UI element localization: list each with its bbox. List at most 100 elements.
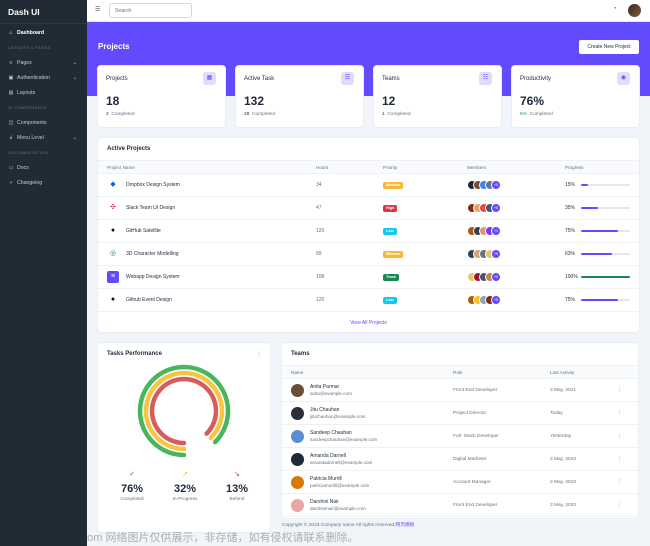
perf-label: Completed — [120, 497, 144, 502]
col-role: Role — [453, 370, 463, 375]
table-row[interactable]: ✣ Slack Team UI Design 47 High +5 35% — [98, 197, 639, 220]
more-vertical-icon[interactable]: ⋮ — [617, 502, 622, 508]
table-row[interactable]: Patricia Murrill patriciamurrill@example.… — [282, 471, 638, 494]
col-last-activity: Last Activity — [550, 370, 575, 375]
teams-title: Teams — [291, 351, 310, 357]
table-row[interactable]: Anita Parmar anita@example.com Front End D… — [282, 379, 638, 402]
progress-bar-fill — [581, 207, 599, 209]
stat-card-teams: Teams ☷ 12 1 Completed — [374, 66, 501, 127]
progress-bar — [581, 299, 630, 301]
brand-logo[interactable]: Dash UI — [0, 0, 87, 24]
more-vertical-icon[interactable]: ⋮ — [617, 456, 622, 462]
perf-stat-behind: ↘ 13% Behind — [212, 470, 262, 502]
more-vertical-icon[interactable]: ⋮ — [617, 410, 622, 416]
project-name[interactable]: Dropbox Design System — [126, 182, 180, 188]
member-name: Sandeep Chauhan — [310, 430, 352, 436]
table-row[interactable]: Amanda Darnell amandadarnell@example.com D… — [282, 448, 638, 471]
sidebar-item-changelog[interactable]: ⑂ Changelog — [0, 175, 87, 190]
table-row[interactable]: Sandeep Chauhan sandeepchauhan@example.co… — [282, 425, 638, 448]
table-row[interactable]: ◆ Dropbox Design System 34 Medium +5 15% — [98, 174, 639, 197]
sidebar-item-components[interactable]: ◫ Components — [0, 115, 87, 130]
watermark-text: www.toymoban.com 网络图片仅供展示，非存储，如有侵权请联系删除。 — [4, 532, 359, 544]
project-name[interactable]: Github Event Design — [126, 297, 172, 303]
members-more-badge[interactable]: +5 — [491, 203, 501, 213]
avatar — [291, 407, 304, 420]
user-avatar[interactable] — [628, 4, 641, 17]
member-last-activity: 3 May, 2021 — [550, 388, 577, 393]
members-more-badge[interactable]: +5 — [491, 295, 501, 305]
more-vertical-icon[interactable]: ⋮ — [617, 433, 622, 439]
progress-bar-fill — [581, 230, 618, 232]
stat-subtext: 28 Completed — [244, 112, 275, 117]
sidebar-item-label: Changelog — [17, 179, 43, 186]
footer-link[interactable]: 网页模板 — [395, 523, 414, 528]
footer: Copyright © 2023.Company name All rights… — [282, 521, 415, 528]
sidebar-item-layouts[interactable]: ▤ Layouts — [0, 85, 87, 100]
perf-value: 13% — [225, 483, 249, 495]
member-role: Full- Stack Developer — [453, 434, 499, 439]
members-more-badge[interactable]: +5 — [491, 249, 501, 259]
avatar — [291, 430, 304, 443]
nav-section-header: UI COMPONENTS — [8, 105, 47, 110]
priority-badge: Low — [383, 228, 397, 235]
teams-table-header: Name Role Last Activity — [282, 365, 638, 379]
more-vertical-icon[interactable]: ⋮ — [617, 387, 622, 393]
members-more-badge[interactable]: +5 — [491, 272, 501, 282]
chevron-down-icon: ⌄ — [72, 134, 77, 141]
stat-count: 1 — [382, 112, 385, 117]
table-row[interactable]: ● GitHub Satellite 120 Low +1 75% — [98, 220, 639, 243]
sidebar-item-authentication[interactable]: ▣ Authentication ⌄ — [0, 70, 87, 85]
arc-behind — [149, 376, 219, 446]
progress-bar-fill — [581, 299, 618, 301]
project-name[interactable]: 3D Character Modelling — [126, 251, 179, 257]
project-hours: 89 — [316, 251, 322, 257]
stat-suffix: Completed — [387, 112, 411, 117]
sidebar-item-dashboard[interactable]: ⌂ Dashboard — [0, 25, 87, 40]
project-name[interactable]: Webapp Design System — [126, 274, 180, 280]
view-all-projects-link[interactable]: View All Projects — [98, 320, 639, 326]
table-row[interactable]: ≡ Webapp Design System 108 Track +5 100% — [98, 266, 639, 289]
chevron-down-icon: ⌄ — [72, 74, 77, 81]
sidebar-item-menu-level[interactable]: ↲ Menu Level ⌄ — [0, 130, 87, 145]
perf-label: Behind — [229, 497, 245, 502]
more-vertical-icon[interactable]: ⋮ — [256, 351, 262, 358]
create-project-button[interactable]: Create New Project — [579, 40, 639, 54]
sidebar-item-docs[interactable]: ▭ Docs — [0, 160, 87, 175]
member-role: Account Manager — [453, 480, 491, 485]
members-more-badge[interactable]: +1 — [491, 226, 501, 236]
member-last-activity: 3 May, 2023 — [550, 480, 577, 485]
avatar — [291, 499, 304, 512]
table-row[interactable]: ◎ 3D Character Modelling 89 Medium +5 63% — [98, 243, 639, 266]
bullseye-icon: ◉ — [617, 72, 630, 85]
member-name: Patricia Murrill — [310, 476, 342, 482]
bell-icon[interactable]: ◔ — [613, 6, 617, 12]
stat-suffix: Completed — [529, 112, 553, 117]
table-row[interactable]: Darshini Nair darshininair@example.com Fro… — [282, 494, 638, 517]
table-row[interactable]: ● Github Event Design 120 Low +5 75% — [98, 289, 639, 312]
member-last-activity: 3 May, 2023 — [550, 457, 577, 462]
layers-icon: ≡ — [9, 59, 13, 66]
search-input[interactable] — [109, 3, 192, 18]
stat-count: 2 — [106, 112, 109, 117]
progress-bar — [581, 253, 630, 255]
trending-up-icon: ↗ — [182, 471, 188, 478]
chevron-down-icon: ⌄ — [72, 59, 77, 66]
sidebar-item-label: Layouts — [17, 89, 36, 96]
menu-toggle-icon[interactable]: ☰ — [95, 6, 100, 13]
more-vertical-icon[interactable]: ⋮ — [617, 479, 622, 485]
active-projects-title: Active Projects — [107, 146, 151, 152]
stat-count: 28 — [244, 112, 250, 117]
sidebar-item-pages[interactable]: ≡ Pages ⌄ — [0, 55, 87, 70]
member-email: anita@example.com — [310, 391, 352, 396]
stat-title: Active Task — [244, 76, 275, 82]
members-more-badge[interactable]: +5 — [491, 180, 501, 190]
table-row[interactable]: Jitu Chauhan jituchauhan@example.com Proje… — [282, 402, 638, 425]
project-hours: 120 — [316, 228, 325, 234]
stat-value: 12 — [382, 94, 396, 108]
project-name[interactable]: GitHub Satellite — [126, 228, 161, 234]
sidebar-item-label: Components — [17, 119, 47, 126]
project-name[interactable]: Slack Team UI Design — [126, 205, 175, 211]
sidebar-icon: ▤ — [8, 89, 14, 96]
trending-down-icon: ↘ — [234, 471, 240, 478]
stat-suffix: Completed — [252, 112, 276, 117]
